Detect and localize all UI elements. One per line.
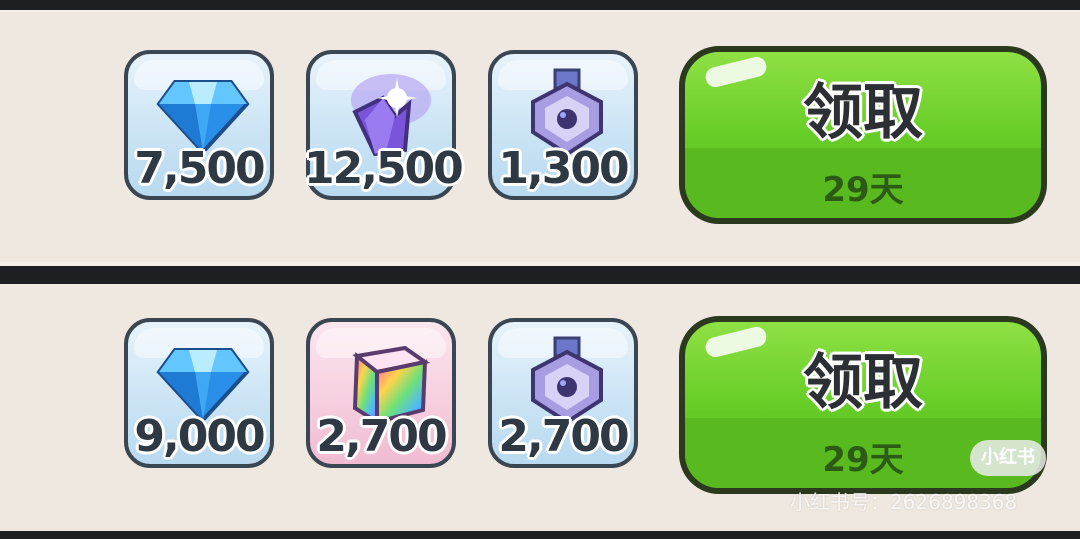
watermark-badge: 小红书 xyxy=(970,440,1046,476)
claim-button[interactable]: 领取 29天 xyxy=(679,46,1047,224)
reward-tile-rainbow-cube: 2,700 xyxy=(306,318,456,468)
reward-quantity: 2,700 xyxy=(498,411,629,462)
reward-tile-medal: 1,300 xyxy=(488,50,638,200)
reward-quantity: 1,300 xyxy=(498,143,629,194)
claim-label: 领取 xyxy=(803,348,923,418)
reward-tile-diamond: 9,000 xyxy=(124,318,274,468)
days-remaining: 29天 xyxy=(822,170,904,210)
divider xyxy=(0,266,1080,284)
reward-quantity: 9,000 xyxy=(134,411,265,462)
reward-list: 7,500 12,500 1,300 领取 29天 9,000 2,700 2,… xyxy=(0,0,1080,539)
divider xyxy=(0,531,1080,539)
divider xyxy=(0,0,1080,10)
watermark-text: 小红书号：2626898368 xyxy=(790,490,1018,514)
reward-row: 7,500 12,500 1,300 领取 29天 xyxy=(0,12,1080,262)
claim-label: 领取 xyxy=(803,78,923,148)
reward-quantity: 12,500 xyxy=(304,143,464,194)
reward-quantity: 2,700 xyxy=(316,411,447,462)
reward-tile-diamond: 7,500 xyxy=(124,50,274,200)
reward-quantity: 7,500 xyxy=(134,143,265,194)
reward-tile-medal: 2,700 xyxy=(488,318,638,468)
reward-tile-crystal-shard: 12,500 xyxy=(304,50,464,200)
